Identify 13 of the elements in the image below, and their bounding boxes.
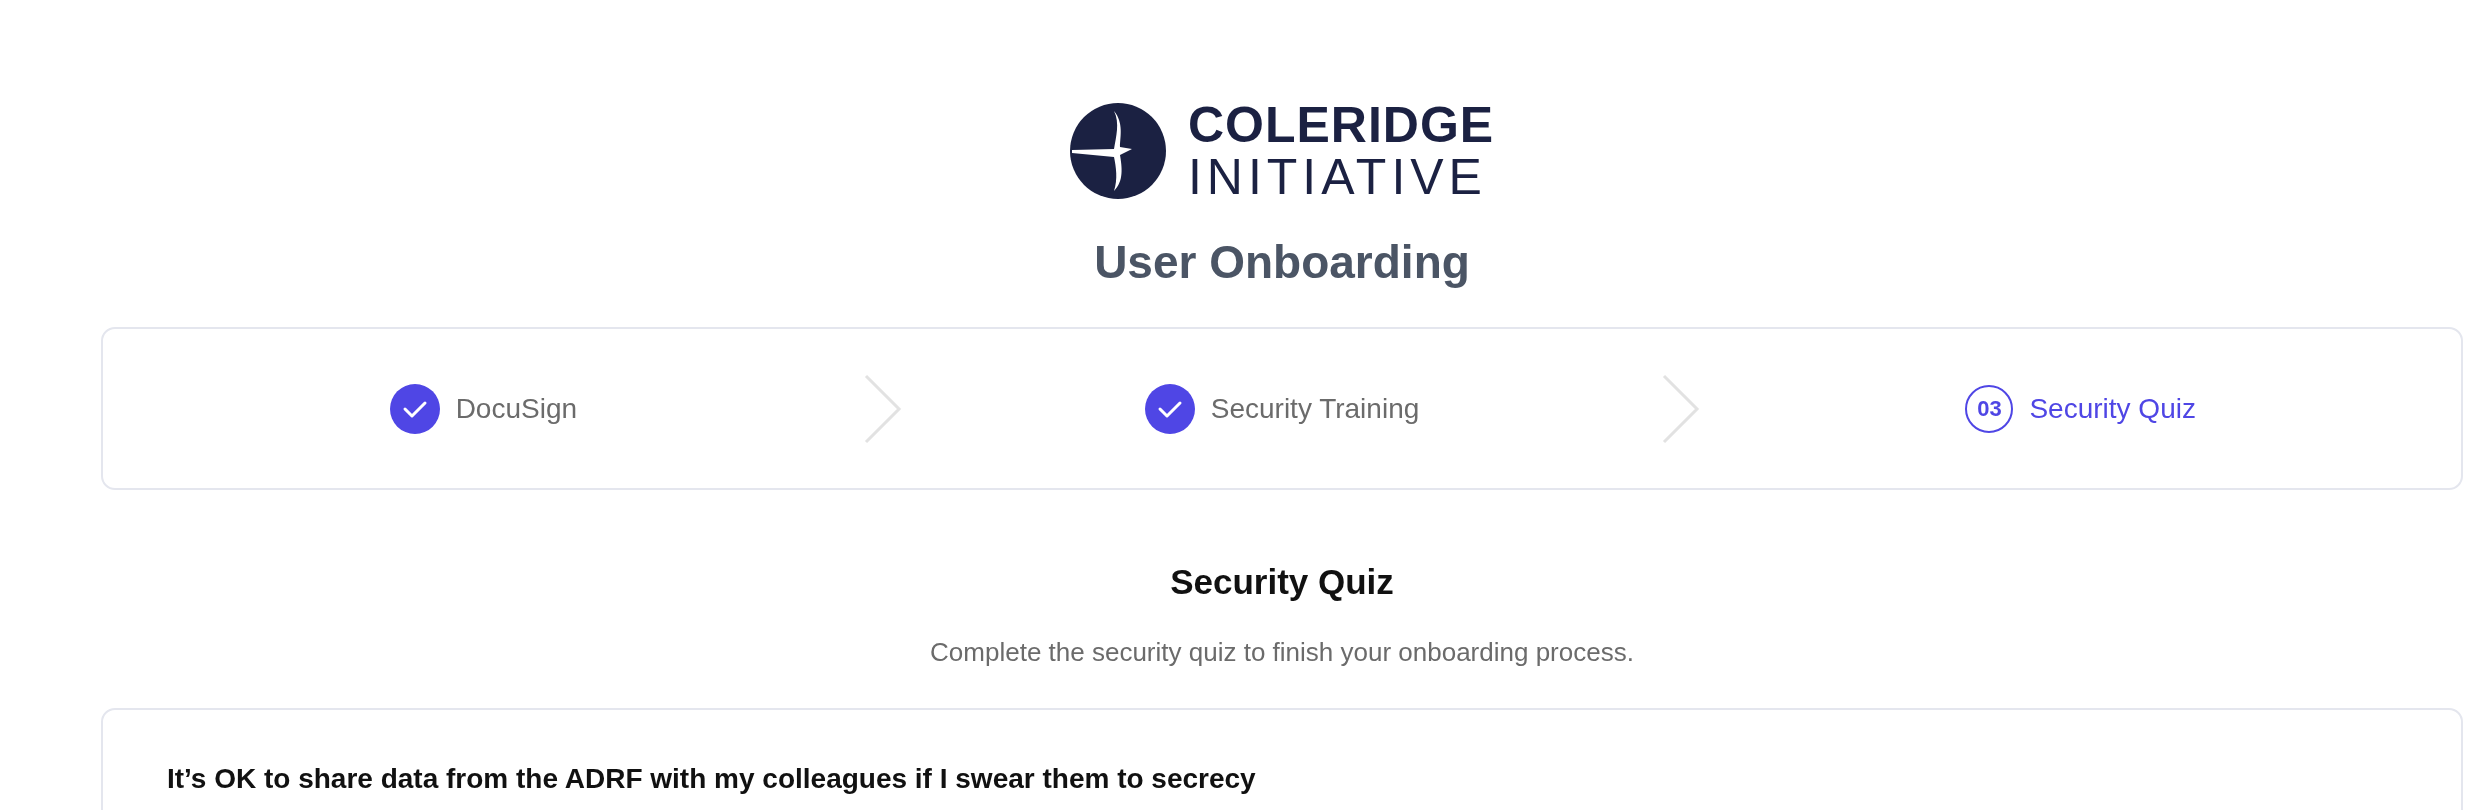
- logo-icon: [1069, 103, 1166, 199]
- section-subtitle: Complete the security quiz to finish your onboarding process.: [930, 635, 1634, 669]
- page-title: User Onboarding: [1094, 235, 1470, 290]
- step-label: Security Quiz: [2029, 391, 2196, 426]
- logo-wordmark: INITIATIVE: [1187, 152, 1488, 202]
- chevron-icon: [1662, 373, 1701, 444]
- quiz-question: It’s OK to share data from the ADRF with my colleagues if I swear them to secrecy: [167, 761, 1257, 796]
- section-title: Security Quiz: [1170, 561, 1394, 603]
- logo-wordmark: COLERIDGE: [1187, 100, 1495, 150]
- step-number: 03: [1965, 384, 2014, 433]
- step-label: Security Training: [1210, 391, 1420, 426]
- chevron-icon: [863, 373, 902, 444]
- step-label: DocuSign: [455, 391, 578, 426]
